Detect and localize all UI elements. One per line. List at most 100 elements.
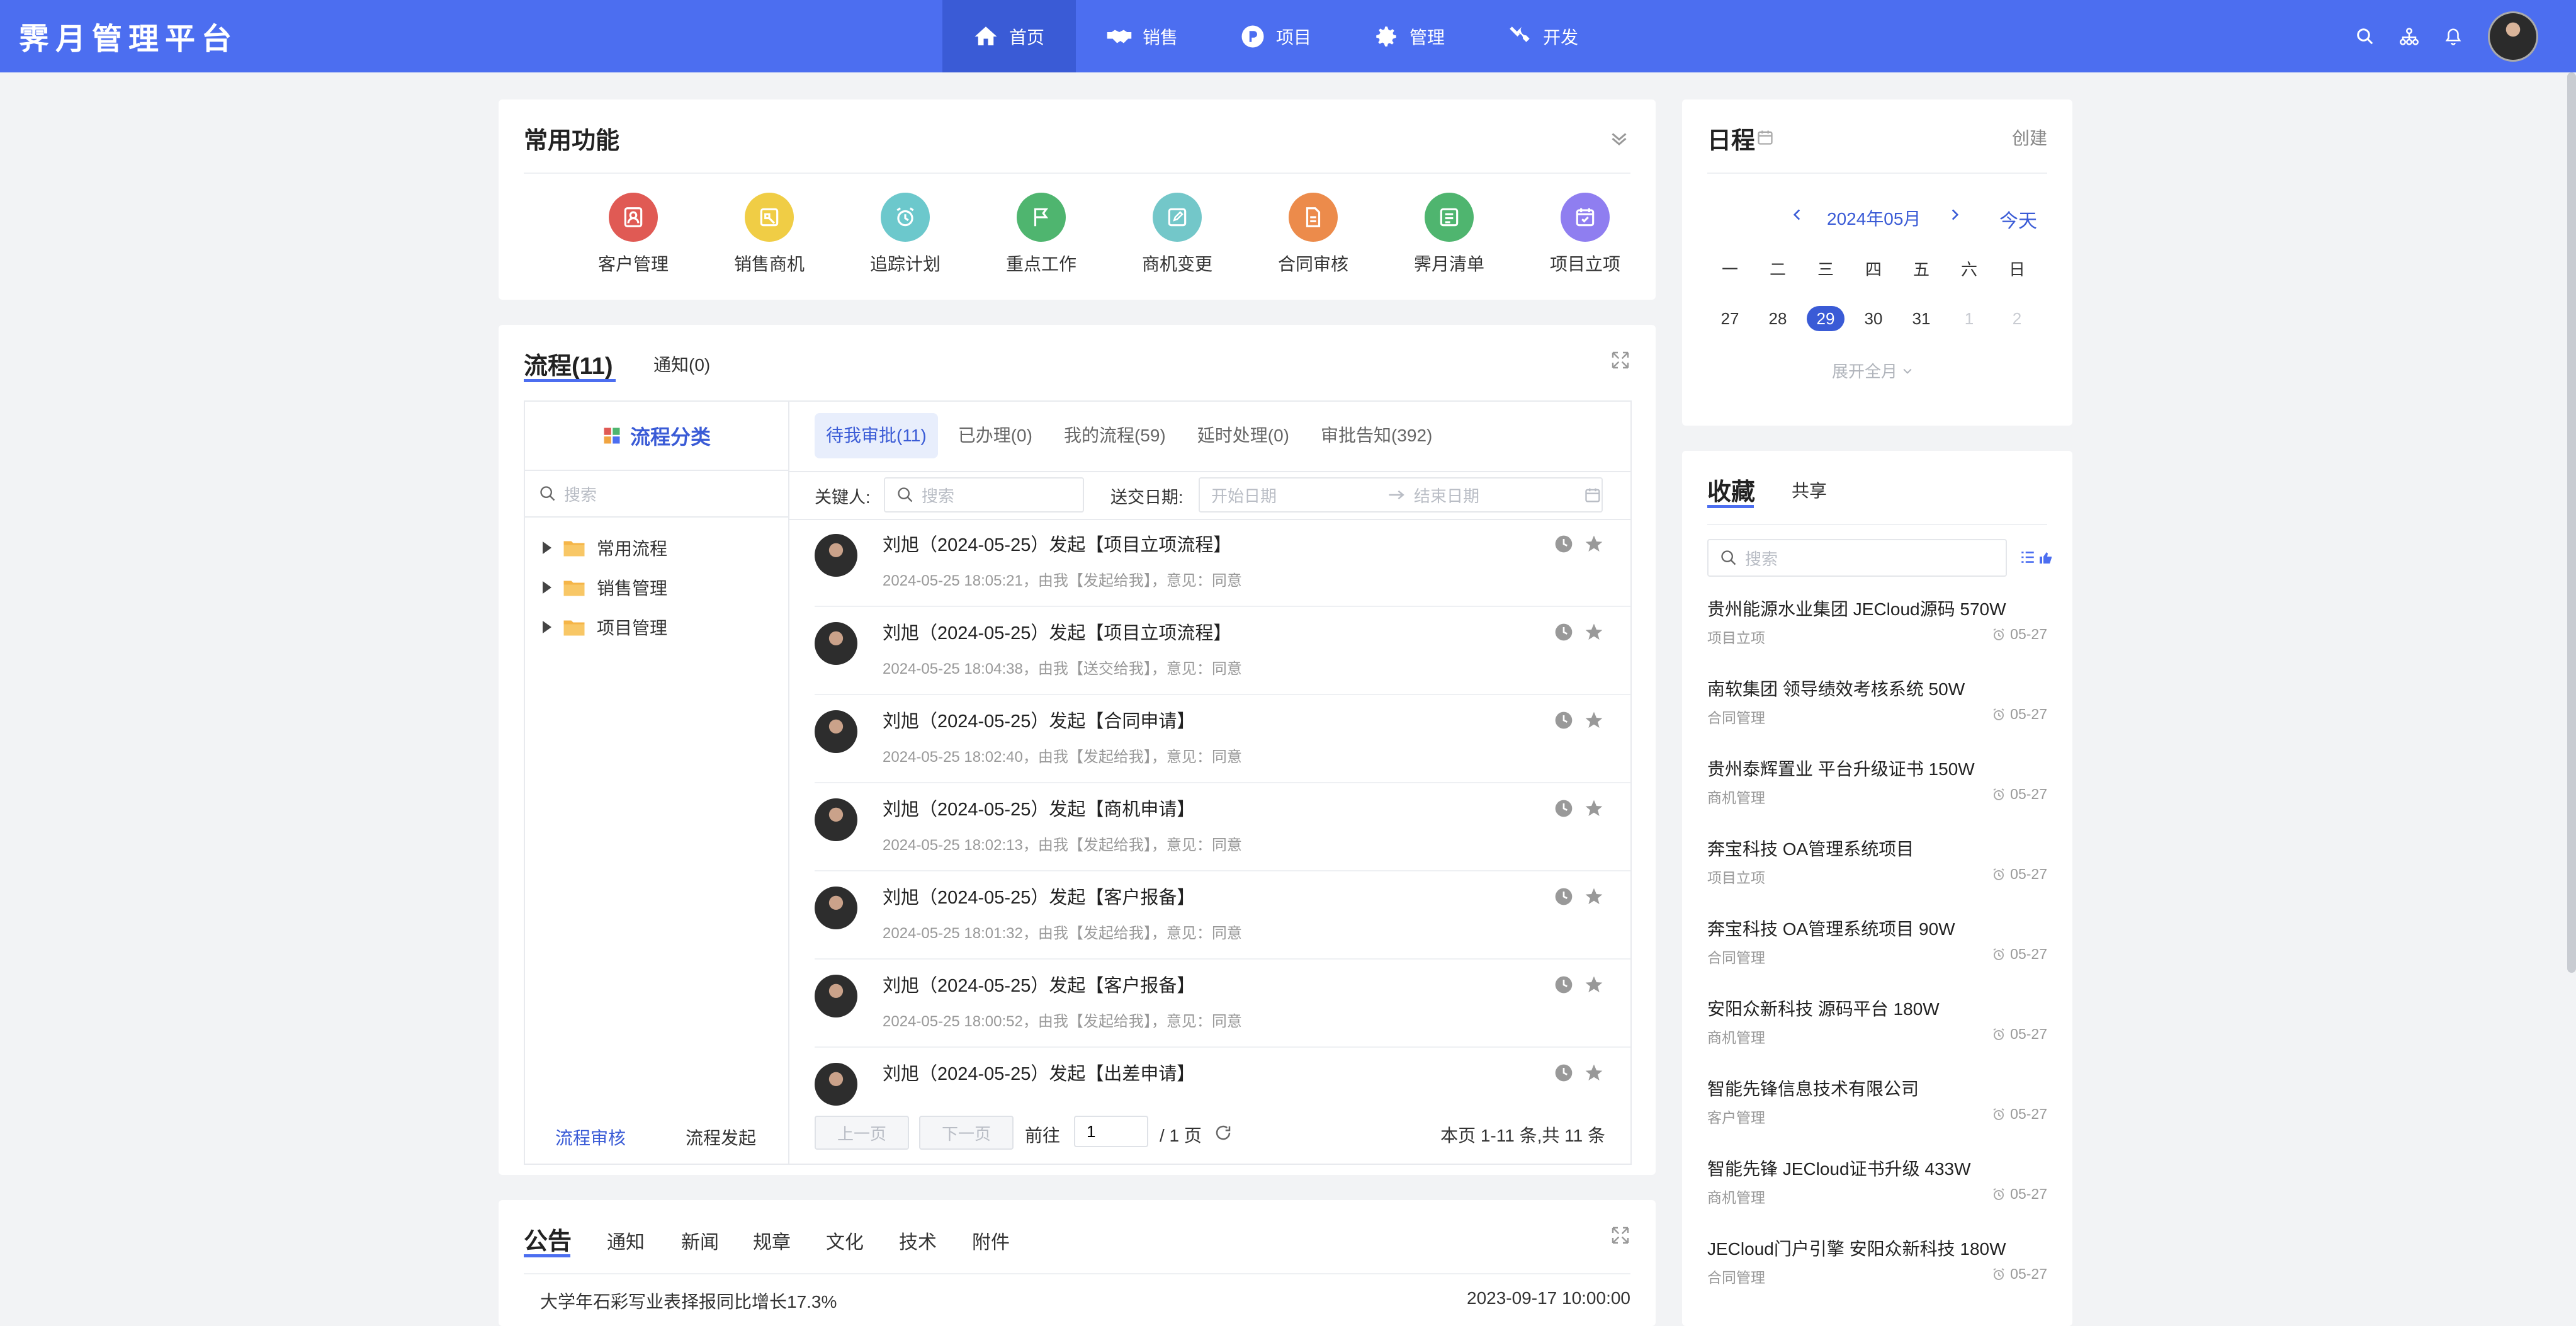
star-icon[interactable] — [1584, 534, 1604, 554]
quick-opportunity-change[interactable]: 商机变更 — [1109, 193, 1245, 276]
filter-date-label: 送交日期: — [1110, 487, 1183, 507]
list-view-icon[interactable] — [2020, 549, 2036, 565]
date-range-input[interactable]: 开始日期 结束日期 — [1199, 477, 1603, 513]
favorite-item[interactable]: 安阳众新科技 源码平台 180W 商机管理 05-27 — [1707, 995, 2047, 1046]
quick-project-initiation[interactable]: 项目立项 — [1517, 193, 1653, 276]
prev-page-button[interactable]: 上一页 — [815, 1116, 909, 1150]
user-avatar[interactable] — [2488, 11, 2538, 62]
favorite-item[interactable]: 南软集团 领导绩效考核系统 50W 合同管理 05-27 — [1707, 676, 2047, 726]
clock-icon[interactable] — [1554, 710, 1574, 730]
chevron-left-icon[interactable] — [1789, 207, 1805, 223]
clock-icon[interactable] — [1554, 1063, 1574, 1083]
tab-rules[interactable]: 规章 — [753, 1227, 791, 1254]
expand-arrow-icon[interactable] — [543, 621, 551, 633]
subtab-delayed[interactable]: 延时处理(0) — [1186, 413, 1301, 458]
nav-item-manage[interactable]: 管理 — [1343, 0, 1476, 72]
clock-icon[interactable] — [1554, 622, 1574, 642]
refresh-icon[interactable] — [1214, 1123, 1233, 1142]
process-start-link[interactable]: 流程发起 — [686, 1125, 756, 1150]
tab-favorites[interactable]: 收藏 — [1707, 472, 1755, 507]
clock-icon[interactable] — [1554, 887, 1574, 907]
calendar-day[interactable]: 28 — [1759, 306, 1797, 331]
calendar-day[interactable]: 1 — [1950, 306, 1988, 331]
tab-culture[interactable]: 文化 — [826, 1227, 864, 1254]
tab-notice[interactable]: 通知 — [607, 1227, 645, 1254]
expand-arrow-icon[interactable] — [543, 581, 551, 594]
page-scrollbar[interactable] — [2567, 72, 2576, 973]
quick-customer-management[interactable]: 客户管理 — [565, 193, 701, 276]
tab-notice[interactable]: 通知(0) — [653, 351, 710, 377]
process-row[interactable]: 刘旭（2024-05-25）发起【客户报备】 2024-05-25 18:00:… — [815, 960, 1630, 1048]
calendar-day[interactable]: 30 — [1855, 306, 1892, 331]
quick-key-work[interactable]: 重点工作 — [973, 193, 1109, 276]
quick-sales-opportunity[interactable]: 销售商机 — [701, 193, 837, 276]
bell-icon[interactable] — [2444, 27, 2463, 46]
chevron-right-icon[interactable] — [1946, 207, 1963, 223]
page-number-input[interactable] — [1074, 1116, 1148, 1147]
process-row[interactable]: 刘旭（2024-05-25）发起【客户报备】 2024-05-25 18:01:… — [815, 871, 1630, 960]
calendar-day[interactable]: 2 — [1998, 306, 2036, 331]
favorite-item[interactable]: 贵州泰辉置业 平台升级证书 150W 商机管理 05-27 — [1707, 756, 2047, 806]
favorites-search-input[interactable]: 搜索 — [1707, 539, 2007, 577]
star-icon[interactable] — [1584, 710, 1604, 730]
process-row[interactable]: 刘旭（2024-05-25）发起【项目立项流程】 2024-05-25 18:0… — [815, 519, 1630, 607]
next-page-button[interactable]: 下一页 — [919, 1116, 1014, 1150]
favorite-item[interactable]: 奔宝科技 OA管理系统项目 项目立项 05-27 — [1707, 836, 2047, 886]
clock-icon[interactable] — [1554, 534, 1574, 554]
tab-process[interactable]: 流程(11) — [524, 346, 613, 381]
calendar-day-selected[interactable]: 29 — [1807, 306, 1844, 331]
favorite-item[interactable]: 智能先锋信息技术有限公司 客户管理 05-27 — [1707, 1075, 2047, 1126]
process-row[interactable]: 刘旭（2024-05-25）发起【合同申请】 2024-05-25 18:02:… — [815, 695, 1630, 783]
double-chevron-down-icon[interactable] — [1608, 127, 1630, 150]
tab-share[interactable]: 共享 — [1792, 477, 1827, 502]
org-chart-icon[interactable] — [2400, 27, 2419, 46]
tab-attachments[interactable]: 附件 — [972, 1227, 1010, 1254]
star-icon[interactable] — [1584, 887, 1604, 907]
nav-item-develop[interactable]: 开发 — [1476, 0, 1610, 72]
favorite-item[interactable]: 智能先锋 JECloud证书升级 433W 商机管理 05-27 — [1707, 1155, 2047, 1206]
keyperson-search-input[interactable]: 搜索 — [884, 477, 1084, 513]
star-icon[interactable] — [1584, 1063, 1604, 1083]
thumb-up-icon[interactable] — [2038, 550, 2053, 565]
process-row[interactable]: 刘旭（2024-05-25）发起【项目立项流程】 2024-05-25 18:0… — [815, 607, 1630, 695]
subtab-notified[interactable]: 审批告知(392) — [1309, 413, 1443, 458]
tab-announcement[interactable]: 公告 — [524, 1221, 572, 1256]
subtab-my-process[interactable]: 我的流程(59) — [1053, 413, 1177, 458]
subtab-handled[interactable]: 已办理(0) — [947, 413, 1044, 458]
nav-item-home[interactable]: 首页 — [942, 0, 1076, 72]
favorite-item[interactable]: JECloud门户引擎 安阳众新科技 180W 合同管理 05-27 — [1707, 1235, 2047, 1286]
favorite-item[interactable]: 贵州能源水业集团 JECloud源码 570W 项目立项 05-27 — [1707, 596, 2047, 646]
announcement-title[interactable]: 大学年石彩写业表择报同比增长17.3% — [540, 1288, 837, 1313]
tree-item-common[interactable]: 常用流程 — [543, 535, 667, 560]
star-icon[interactable] — [1584, 975, 1604, 995]
category-search-input[interactable]: 搜索 — [525, 471, 788, 518]
process-row[interactable]: 刘旭（2024-05-25）发起【出差申请】 — [815, 1048, 1630, 1106]
clock-icon[interactable] — [1554, 798, 1574, 819]
create-schedule-button[interactable]: 创建 — [2012, 125, 2047, 150]
process-review-link[interactable]: 流程审核 — [555, 1125, 626, 1150]
star-icon[interactable] — [1584, 622, 1604, 642]
today-button[interactable]: 今天 — [1999, 205, 2037, 233]
expand-arrow-icon[interactable] — [543, 541, 551, 554]
calendar-day[interactable]: 31 — [1902, 306, 1940, 331]
tree-item-project[interactable]: 项目管理 — [543, 615, 667, 640]
expand-month-button[interactable]: 展开全月 — [1832, 359, 1914, 382]
quick-contract-review[interactable]: 合同审核 — [1245, 193, 1381, 276]
expand-icon[interactable] — [1610, 1225, 1630, 1245]
search-icon[interactable] — [2356, 27, 2375, 46]
nav-item-project[interactable]: 项目 — [1209, 0, 1343, 72]
expand-icon[interactable] — [1610, 350, 1630, 370]
favorite-item[interactable]: 奔宝科技 OA管理系统项目 90W 合同管理 05-27 — [1707, 915, 2047, 966]
nav-item-sales[interactable]: 销售 — [1076, 0, 1209, 72]
quick-tracking-plan[interactable]: 追踪计划 — [837, 193, 973, 276]
tree-item-sales[interactable]: 销售管理 — [543, 575, 667, 600]
quick-jiyue-list[interactable]: 霁月清单 — [1381, 193, 1517, 276]
subtab-pending[interactable]: 待我审批(11) — [815, 413, 938, 458]
star-icon[interactable] — [1584, 798, 1604, 819]
tab-tech[interactable]: 技术 — [899, 1227, 937, 1254]
clock-icon[interactable] — [1554, 975, 1574, 995]
calendar-day[interactable]: 27 — [1711, 306, 1749, 331]
process-row[interactable]: 刘旭（2024-05-25）发起【商机申请】 2024-05-25 18:02:… — [815, 783, 1630, 871]
tab-news[interactable]: 新闻 — [681, 1227, 719, 1254]
main-nav: 首页 销售 项目 管理 开发 — [942, 0, 1610, 72]
